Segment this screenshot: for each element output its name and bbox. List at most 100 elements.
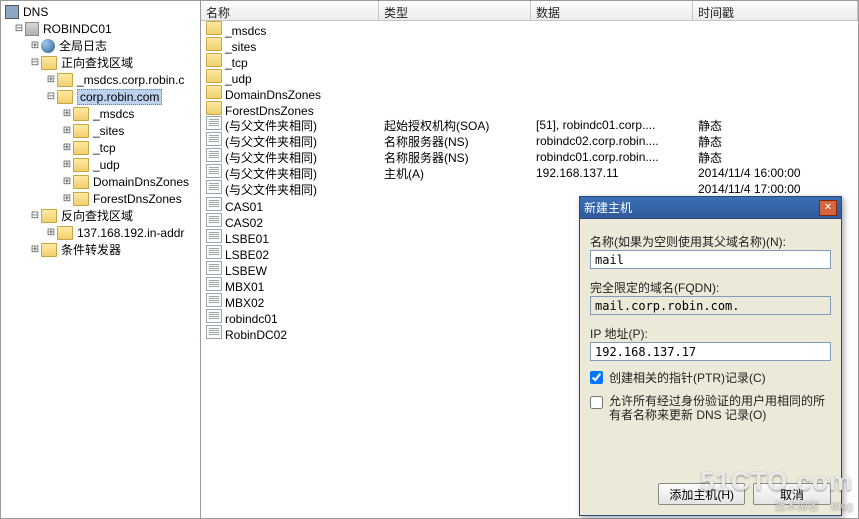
tree-label: 正向查找区域	[61, 54, 133, 71]
page-icon	[206, 309, 222, 323]
tree-label: ROBINDC01	[43, 22, 112, 36]
collapse-icon[interactable]: ⊟	[45, 91, 57, 102]
expand-icon[interactable]: ⊞	[61, 193, 73, 204]
close-button[interactable]: ✕	[819, 200, 837, 216]
cell-name: DomainDnsZones	[201, 85, 379, 102]
add-host-button[interactable]: 添加主机(H)	[658, 483, 745, 505]
tree-label: 137.168.192.in-addr	[77, 226, 184, 240]
tree-sub-fdz[interactable]: ⊞ForestDnsZones	[3, 190, 200, 207]
tree-sub-udp[interactable]: ⊞_udp	[3, 156, 200, 173]
record-row[interactable]: (与父文件夹相同)起始授权机构(SOA)[51], robindc01.corp…	[201, 117, 858, 133]
cell-name: LSBE02	[201, 245, 379, 262]
page-icon	[206, 132, 222, 146]
folder-icon	[57, 226, 73, 240]
record-name: MBX02	[225, 296, 264, 310]
record-row[interactable]: (与父文件夹相同)名称服务器(NS)robindc02.corp.robin..…	[201, 133, 858, 149]
record-name: (与父文件夹相同)	[225, 183, 317, 197]
col-name[interactable]: 名称	[201, 1, 379, 20]
record-row[interactable]: _tcp	[201, 53, 858, 69]
tree-sub-sites[interactable]: ⊞ _sites	[3, 122, 200, 139]
auth-checkbox[interactable]	[590, 396, 603, 409]
page-icon	[206, 229, 222, 243]
tree-server[interactable]: ⊟ ROBINDC01	[3, 20, 200, 37]
folder-icon	[73, 107, 89, 121]
cell-name: RobinDC02	[201, 325, 379, 342]
page-icon	[206, 245, 222, 259]
tree-label: _sites	[93, 124, 124, 138]
ip-input[interactable]	[590, 342, 831, 361]
record-row[interactable]: (与父文件夹相同)主机(A)192.168.137.112014/11/4 16…	[201, 165, 858, 181]
record-row[interactable]: DomainDnsZones	[201, 85, 858, 101]
expand-icon[interactable]: ⊞	[45, 227, 57, 238]
ptr-checkbox[interactable]	[590, 371, 603, 384]
folder-icon	[206, 101, 222, 115]
record-name: CAS01	[225, 200, 263, 214]
fqdn-input	[590, 296, 831, 315]
tree-label: _tcp	[93, 141, 116, 155]
record-name: (与父文件夹相同)	[225, 151, 317, 165]
tree-sub-tcp[interactable]: ⊞ _tcp	[3, 139, 200, 156]
dialog-titlebar[interactable]: 新建主机 ✕	[580, 197, 841, 219]
tree-sub-msdcs[interactable]: ⊞ _msdcs	[3, 105, 200, 122]
tree-root-dns[interactable]: DNS	[3, 3, 200, 20]
dns-icon	[5, 5, 19, 19]
page-icon	[206, 197, 222, 211]
expand-icon[interactable]: ⊞	[61, 142, 73, 153]
folder-icon	[57, 73, 73, 87]
cell-name: robindc01	[201, 309, 379, 326]
name-input[interactable]	[590, 250, 831, 269]
record-row[interactable]: (与父文件夹相同)名称服务器(NS)robindc01.corp.robin..…	[201, 149, 858, 165]
cell-timestamp: 静态	[693, 117, 858, 134]
page-icon	[206, 261, 222, 275]
tree-global-log[interactable]: ⊞ 全局日志	[3, 37, 200, 54]
tree-reverse-entry[interactable]: ⊞ 137.168.192.in-addr	[3, 224, 200, 241]
collapse-icon[interactable]: ⊟	[13, 23, 25, 34]
folder-icon	[41, 56, 57, 70]
folder-icon	[41, 209, 57, 223]
record-row[interactable]: _udp	[201, 69, 858, 85]
tree-reverse-zones[interactable]: ⊟ 反向查找区域	[3, 207, 200, 224]
cell-name: _tcp	[201, 53, 379, 70]
record-row[interactable]: ForestDnsZones	[201, 101, 858, 117]
col-timestamp[interactable]: 时间戳	[693, 1, 858, 20]
page-icon	[206, 164, 222, 178]
expand-icon[interactable]: ⊞	[61, 125, 73, 136]
cell-name: LSBE01	[201, 229, 379, 246]
expand-icon[interactable]: ⊞	[29, 244, 41, 255]
tree-label: _msdcs	[93, 107, 134, 121]
cell-name: _udp	[201, 69, 379, 86]
tree-forward-zones[interactable]: ⊟ 正向查找区域	[3, 54, 200, 71]
tree-label: 全局日志	[59, 37, 107, 54]
cancel-button[interactable]: 取消	[753, 483, 831, 505]
tree-conditional-fwd[interactable]: ⊞ 条件转发器	[3, 241, 200, 258]
page-icon	[206, 213, 222, 227]
cell-data: robindc01.corp.robin....	[531, 150, 693, 164]
collapse-icon[interactable]: ⊟	[29, 210, 41, 221]
col-type[interactable]: 类型	[379, 1, 531, 20]
record-row[interactable]: (与父文件夹相同) 2014/11/4 17:00:00	[201, 181, 858, 197]
tree-sub-ddz[interactable]: ⊞DomainDnsZones	[3, 173, 200, 190]
record-name: LSBE02	[225, 248, 269, 262]
tree-msdcs-zone[interactable]: ⊞ _msdcs.corp.robin.c	[3, 71, 200, 88]
col-data[interactable]: 数据	[531, 1, 693, 20]
folder-icon	[73, 175, 89, 189]
tree-corp-zone[interactable]: ⊟ corp.robin.com	[3, 88, 200, 105]
expand-icon[interactable]: ⊞	[61, 176, 73, 187]
name-label: 名称(如果为空则使用其父域名称)(N):	[590, 233, 831, 250]
record-row[interactable]: _msdcs	[201, 21, 858, 37]
expand-icon[interactable]: ⊞	[29, 40, 41, 51]
collapse-icon[interactable]: ⊟	[29, 57, 41, 68]
expand-icon[interactable]: ⊞	[61, 108, 73, 119]
expand-icon[interactable]: ⊞	[61, 159, 73, 170]
tree-label: corp.robin.com	[77, 89, 162, 105]
column-headers: 名称 类型 数据 时间戳	[201, 1, 858, 21]
record-row[interactable]: _sites	[201, 37, 858, 53]
cell-timestamp: 2014/11/4 17:00:00	[693, 182, 858, 196]
expand-icon[interactable]: ⊞	[45, 74, 57, 85]
record-name: _tcp	[225, 56, 248, 70]
record-name: RobinDC02	[225, 328, 287, 342]
folder-icon	[206, 37, 222, 51]
tree-label: _msdcs.corp.robin.c	[77, 73, 184, 87]
cell-type: 名称服务器(NS)	[379, 133, 531, 150]
folder-icon	[57, 90, 73, 104]
